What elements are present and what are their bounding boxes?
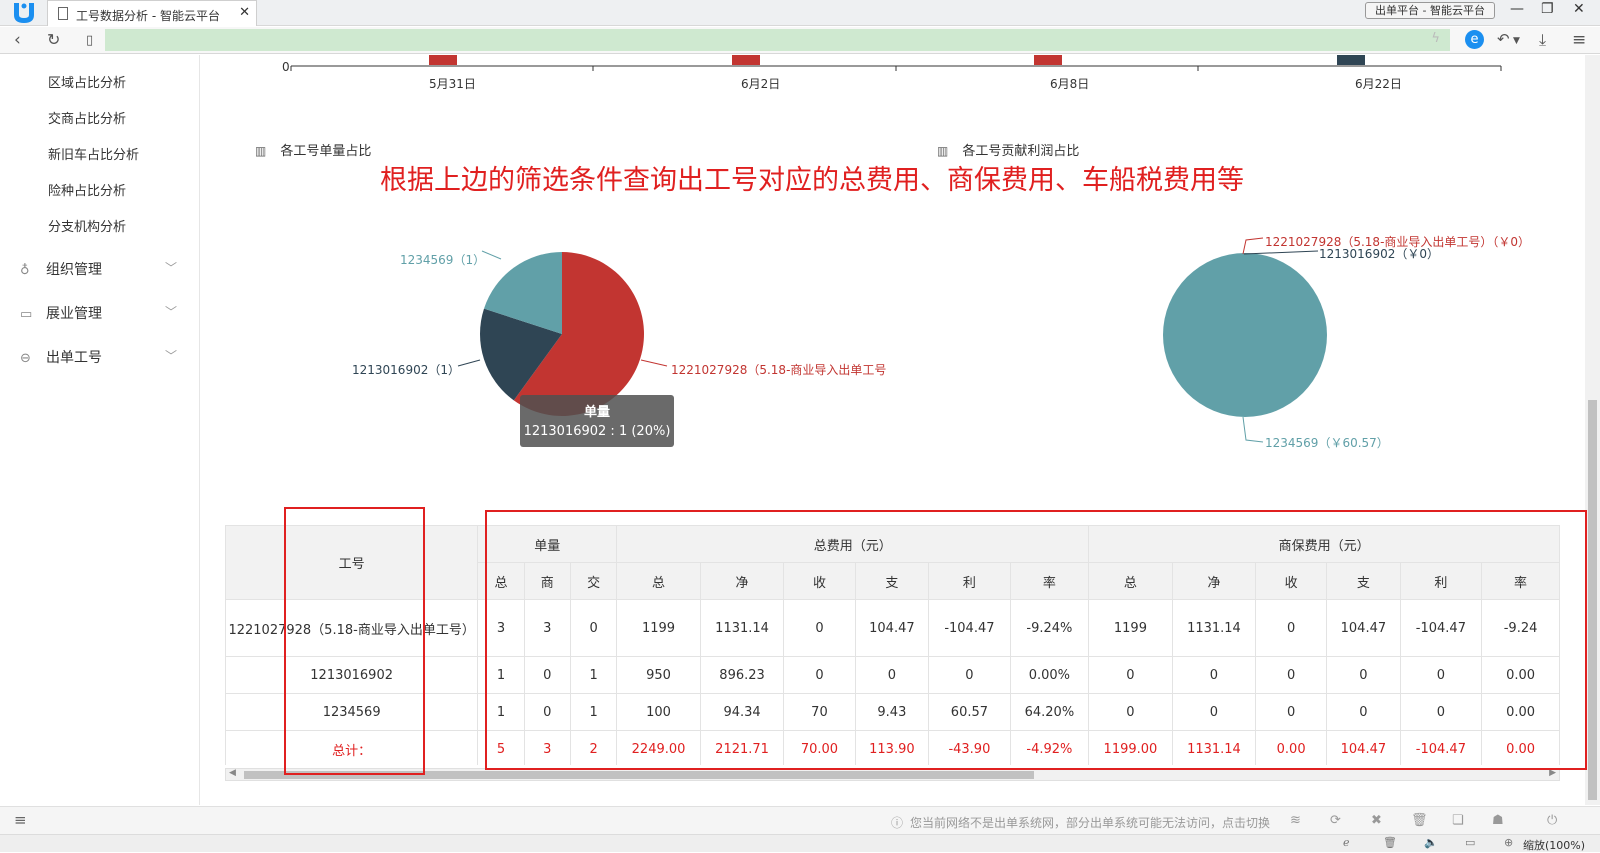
leader-line bbox=[457, 359, 481, 367]
tooltip-text: 1213016902 : 1 (20%) bbox=[523, 424, 671, 439]
leader-line bbox=[640, 359, 668, 367]
ie-icon[interactable]: ℯ bbox=[1343, 836, 1350, 849]
trash-icon[interactable]: 🗑 bbox=[1411, 813, 1428, 828]
info-icon: ⓘ bbox=[891, 816, 904, 830]
pie-label: 1234569（1） bbox=[400, 253, 486, 267]
network-notice[interactable]: 您当前网络不是出单系统网，部分出单系统可能无法访问，点击切换 bbox=[910, 814, 1270, 831]
window-icon[interactable]: ▭ bbox=[1465, 836, 1475, 849]
pie-label: 1213016902（1） bbox=[352, 363, 460, 377]
zoom-level[interactable]: 缩放(100%) bbox=[1523, 837, 1585, 853]
leader-line bbox=[1242, 416, 1264, 443]
pie-chart-profit bbox=[1163, 253, 1327, 417]
trash-icon[interactable]: 🗑 bbox=[1383, 836, 1397, 849]
highlight-box-fee-columns bbox=[485, 510, 1587, 770]
zoom-icon[interactable]: ⊕ bbox=[1504, 836, 1513, 849]
pie-tooltip: 单量 1213016902 : 1 (20%) bbox=[520, 395, 674, 447]
pie-chart-count bbox=[480, 252, 645, 416]
copy-icon[interactable]: ❏ bbox=[1452, 813, 1464, 828]
users-icon[interactable]: ☗ bbox=[1492, 813, 1504, 828]
vertical-scrollbar[interactable] bbox=[1585, 55, 1600, 805]
bottom-toolbar: ≡ ⓘ 您当前网络不是出单系统网，部分出单系统可能无法访问，点击切换 ≋ ⟳ ✖… bbox=[0, 806, 1600, 834]
close-icon[interactable]: ✖ bbox=[1371, 813, 1382, 828]
menu-icon[interactable]: ≡ bbox=[14, 811, 27, 829]
tooltip-title: 单量 bbox=[583, 405, 610, 420]
speaker-icon[interactable]: 🔈 bbox=[1424, 836, 1438, 849]
pie-label: 1213016902（￥0） bbox=[1319, 247, 1439, 261]
pie-label: 1221027928（5.18-商业导入出单工号 bbox=[671, 363, 887, 377]
pie-profit-slice-2[interactable] bbox=[1163, 253, 1327, 417]
highlight-box-id-column bbox=[284, 507, 425, 775]
wifi-icon[interactable]: ≋ bbox=[1290, 813, 1301, 828]
vertical-scroll-thumb[interactable] bbox=[1588, 400, 1597, 800]
leader-line bbox=[1243, 250, 1319, 255]
leader-line bbox=[1242, 237, 1264, 255]
sync-icon[interactable]: ⟳ bbox=[1330, 813, 1341, 828]
scroll-left-icon[interactable]: ◀ bbox=[229, 768, 236, 778]
status-bar: ℯ 🗑 🔈 ▭ ⊕ 缩放(100%) bbox=[0, 834, 1600, 852]
power-icon[interactable]: ⏻ bbox=[1547, 813, 1557, 828]
pie-label: 1234569（￥60.57） bbox=[1265, 436, 1389, 450]
